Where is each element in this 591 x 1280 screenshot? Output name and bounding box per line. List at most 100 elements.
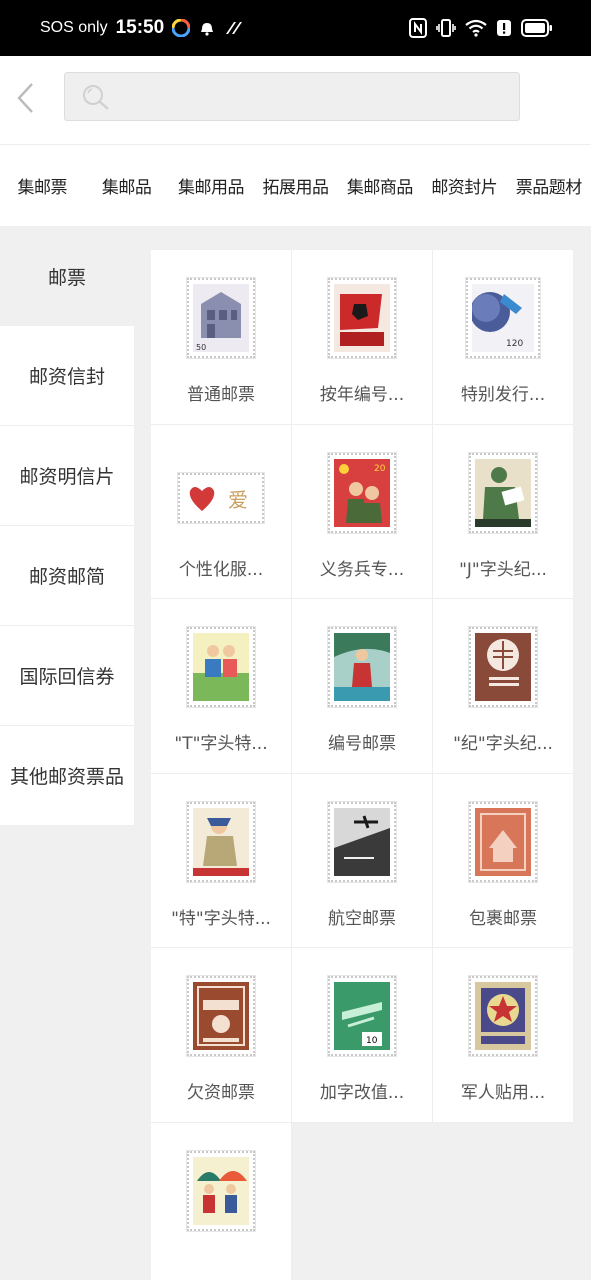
parcel-stamp-icon	[475, 807, 531, 876]
product-item[interactable]: 10 加字改值...	[292, 948, 433, 1123]
tab-philatelic-items[interactable]: 集邮品	[84, 173, 168, 198]
product-label: 按年编号...	[319, 385, 405, 405]
sidebar-item-other-postal-items[interactable]: 其他邮资票品	[0, 726, 134, 826]
product-label: 普通邮票	[187, 385, 255, 405]
product-item[interactable]: 欠资邮票	[151, 948, 292, 1123]
product-image: 50	[187, 278, 255, 358]
alert-icon	[496, 19, 512, 37]
header	[0, 56, 591, 144]
product-item[interactable]: "T"字头特...	[151, 599, 292, 774]
svg-text:50: 50	[196, 343, 206, 352]
product-image	[469, 627, 537, 707]
product-label: 军人贴用...	[460, 1083, 546, 1103]
tab-philatelic-supplies[interactable]: 集邮用品	[169, 173, 253, 198]
chevron-left-icon	[17, 83, 33, 113]
product-image	[469, 452, 537, 533]
product-item[interactable]: 50 普通邮票	[151, 250, 292, 425]
product-item[interactable]: 按年编号...	[292, 250, 433, 425]
product-label: "J"字头纪...	[459, 559, 547, 580]
planet-stamp-icon: 120	[472, 284, 534, 352]
search-icon	[83, 85, 109, 110]
girl-stamp-icon	[193, 807, 249, 876]
svg-text:爱: 爱	[228, 488, 248, 512]
notification-icon	[198, 19, 216, 37]
tab-philatelic-goods[interactable]: 集邮商品	[338, 173, 422, 198]
product-image	[187, 976, 255, 1056]
product-item[interactable]: 编号邮票	[292, 599, 433, 774]
product-label: 欠资邮票	[187, 1083, 255, 1103]
product-image	[469, 976, 537, 1056]
emblem-stamp-icon	[475, 633, 531, 701]
product-label: 编号邮票	[328, 734, 396, 754]
surcharge-stamp-icon: 10	[334, 982, 390, 1050]
airplane-stamp-icon	[334, 807, 390, 876]
heart-stamp-icon: 爱	[184, 478, 258, 517]
product-item[interactable]: 120 特别发行...	[433, 250, 574, 425]
product-image	[469, 801, 537, 882]
sidebar-item-postal-letter-sheets[interactable]: 邮资邮简	[0, 526, 134, 626]
tab-postal-stationery[interactable]: 邮资封片	[422, 173, 506, 198]
clock: 15:50	[115, 17, 165, 38]
product-label: 包裹邮票	[469, 908, 537, 929]
product-label: 航空邮票	[328, 908, 396, 929]
svg-text:10: 10	[366, 1036, 378, 1046]
product-image	[187, 627, 255, 707]
tab-stamp-themes[interactable]: 票品题材	[507, 173, 591, 198]
product-label: "纪"字头纪...	[453, 734, 553, 754]
battery-icon	[521, 19, 553, 37]
product-item[interactable]: 航空邮票	[292, 773, 433, 948]
product-image: 10	[328, 976, 396, 1056]
product-label: 加字改值...	[319, 1083, 405, 1103]
product-image	[328, 278, 396, 358]
product-item[interactable]: 军人贴用...	[433, 948, 574, 1123]
product-image	[187, 801, 255, 882]
product-label: "T"字头特...	[174, 734, 268, 754]
tab-extended-supplies[interactable]: 拓展用品	[253, 173, 337, 198]
product-label: "特"字头特...	[171, 908, 271, 929]
sidebar-item-postal-envelopes[interactable]: 邮资信封	[0, 326, 134, 426]
flag-stamp-icon	[334, 284, 390, 352]
product-item[interactable]: "纪"字头纪...	[433, 599, 574, 774]
product-grid: 50 普通邮票 按年编号... 120 特别发行... 爱个性化服... 20 义务兵专...…	[151, 250, 574, 1280]
sidebar: 邮票 邮资信封 邮资明信片 邮资邮简 国际回信券 其他邮资票品	[0, 226, 134, 826]
sidebar-item-reply-coupons[interactable]: 国际回信券	[0, 626, 134, 726]
product-item[interactable]: 20 义务兵专...	[292, 424, 433, 599]
sidebar-item-postal-postcards[interactable]: 邮资明信片	[0, 426, 134, 526]
product-image	[187, 1150, 255, 1231]
product-item[interactable]: "J"字头纪...	[433, 424, 574, 599]
category-tab-bar: 集邮票 集邮品 集邮用品 拓展用品 集邮商品 邮资封片 票品题材	[0, 144, 591, 226]
search-bar[interactable]	[64, 72, 520, 121]
link-app-icon	[224, 20, 244, 36]
postage-due-stamp-icon	[193, 982, 249, 1050]
back-button[interactable]	[10, 78, 40, 118]
worker-stamp-icon	[334, 633, 390, 701]
svg-text:120: 120	[506, 339, 523, 349]
sidebar-item-stamps[interactable]: 邮票	[0, 226, 134, 326]
military-star-stamp-icon	[475, 982, 531, 1050]
product-label: 个性化服...	[178, 559, 264, 580]
soldiers-stamp-icon: 20	[334, 458, 390, 527]
svg-text:20: 20	[374, 464, 386, 474]
product-image: 爱	[178, 472, 264, 523]
product-label: 特别发行...	[460, 385, 546, 405]
product-item[interactable]	[151, 1122, 292, 1280]
product-image	[328, 627, 396, 707]
product-image: 20	[328, 452, 396, 533]
product-item[interactable]: 包裹邮票	[433, 773, 574, 948]
building-stamp-icon: 50	[193, 284, 249, 352]
carrier-text: SOS only	[40, 19, 108, 36]
product-item[interactable]: "特"字头特...	[151, 773, 292, 948]
search-input[interactable]	[117, 73, 507, 120]
product-image	[328, 801, 396, 882]
status-bar: SOS only 15:50	[0, 0, 591, 56]
nfc-icon	[409, 18, 427, 38]
product-item[interactable]: 爱个性化服...	[151, 424, 292, 599]
vibrate-icon	[436, 18, 456, 38]
umbrella-children-stamp-icon	[193, 1156, 249, 1225]
product-image: 120	[466, 278, 540, 358]
tab-stamps-collection[interactable]: 集邮票	[0, 173, 84, 198]
children-stamp-icon	[193, 633, 249, 701]
app-color-icon	[172, 19, 191, 37]
reader-stamp-icon	[475, 458, 531, 527]
wifi-icon	[465, 19, 487, 37]
